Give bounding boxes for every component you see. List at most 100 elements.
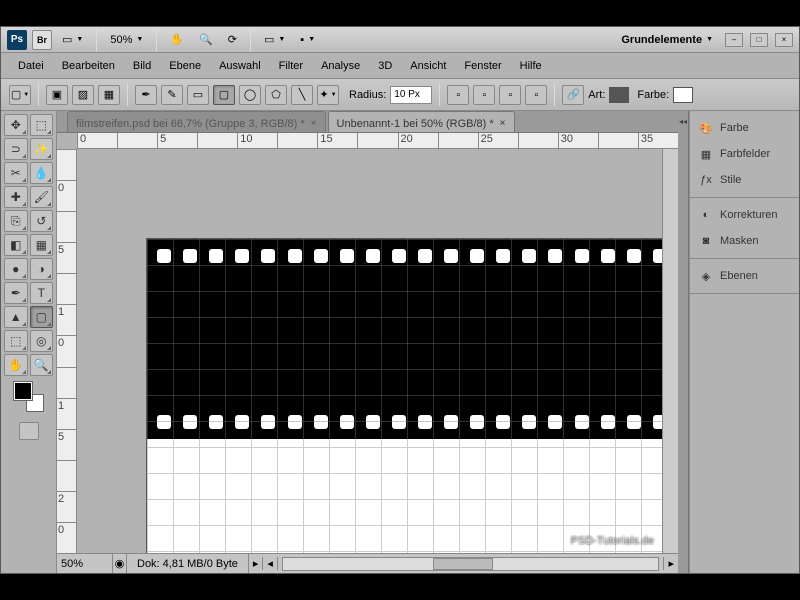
menu-auswahl[interactable]: Auswahl: [210, 56, 270, 76]
zoom-icon[interactable]: 🔍: [194, 30, 218, 49]
lasso-tool[interactable]: ⊃: [4, 138, 28, 160]
fill-pixels-icon[interactable]: ▦: [98, 85, 120, 105]
panel-masken[interactable]: ◙Masken: [690, 228, 799, 254]
path-subtract-icon[interactable]: ▫: [499, 85, 521, 105]
radius-input[interactable]: [390, 86, 432, 104]
horizontal-scrollbar[interactable]: [282, 557, 660, 571]
maximize-button[interactable]: □: [750, 33, 768, 47]
sprocket-hole: [209, 415, 223, 429]
rotate-icon[interactable]: ⟳: [223, 30, 242, 49]
gradient-tool[interactable]: ▦: [30, 234, 54, 256]
sprocket-hole: [366, 249, 380, 263]
doc-tab[interactable]: Unbenannt-1 bei 50% (RGB/8) *×: [328, 111, 515, 132]
rect-shape-icon[interactable]: ▭: [187, 85, 209, 105]
3d-tool[interactable]: ⬚: [4, 330, 28, 352]
menu-datei[interactable]: Datei: [9, 56, 53, 76]
arrange-dropdown[interactable]: ▭▼: [259, 30, 290, 49]
move-tool[interactable]: ✥: [4, 114, 28, 136]
layout-dropdown[interactable]: ▭▼: [57, 30, 88, 49]
sprocket-hole: [653, 415, 662, 429]
canvas-area[interactable]: PSD-Tutorials.de: [77, 149, 662, 553]
menubar: DateiBearbeitenBildEbeneAuswahlFilterAna…: [1, 53, 799, 79]
sprocket-hole: [601, 249, 615, 263]
path-add-icon[interactable]: ▫: [473, 85, 495, 105]
workspace-dropdown[interactable]: Grundelemente▼: [616, 31, 718, 49]
info-icon[interactable]: ◉: [113, 554, 127, 573]
freeform-pen-icon[interactable]: ✎: [161, 85, 183, 105]
shape-layers-icon[interactable]: ▣: [46, 85, 68, 105]
panel-stile[interactable]: ƒxStile: [690, 167, 799, 193]
paths-icon[interactable]: ▨: [72, 85, 94, 105]
pen-icon[interactable]: ✒: [135, 85, 157, 105]
panel-farbfelder[interactable]: ▦Farbfelder: [690, 141, 799, 167]
menu-analyse[interactable]: Analyse: [312, 56, 369, 76]
doc-tab[interactable]: filmstreifen.psd bei 66,7% (Gruppe 3, RG…: [67, 111, 326, 132]
heal-tool[interactable]: ✚: [4, 186, 28, 208]
brush-tool[interactable]: 🖌: [30, 186, 54, 208]
zoom-tool[interactable]: 🔍: [30, 354, 54, 376]
blur-tool[interactable]: ●: [4, 258, 28, 280]
panel-korrekturen[interactable]: ◐Korrekturen: [690, 202, 799, 228]
menu-bearbeiten[interactable]: Bearbeiten: [53, 56, 124, 76]
panel-ebenen[interactable]: ◈Ebenen: [690, 263, 799, 289]
wand-tool[interactable]: ✨: [30, 138, 54, 160]
quickmask-toggle[interactable]: [19, 422, 39, 440]
ps-logo[interactable]: Ps: [7, 30, 27, 50]
panel-farbe[interactable]: 🎨Farbe: [690, 115, 799, 141]
ellipse-icon[interactable]: ◯: [239, 85, 261, 105]
polygon-icon[interactable]: ⬠: [265, 85, 287, 105]
screen-dropdown[interactable]: ▪▼: [295, 31, 320, 49]
tool-preset[interactable]: ▢▼: [9, 85, 31, 105]
history-brush-tool[interactable]: ↺: [30, 210, 54, 232]
menu-fenster[interactable]: Fenster: [455, 56, 510, 76]
vertical-scrollbar[interactable]: [662, 149, 678, 553]
close-icon[interactable]: ×: [500, 118, 506, 129]
crop-tool[interactable]: ✂: [4, 162, 28, 184]
close-icon[interactable]: ×: [311, 118, 317, 129]
info-arrow-icon[interactable]: ▸: [249, 557, 263, 570]
sprocket-hole: [392, 415, 406, 429]
style-link-icon[interactable]: 🔗: [562, 85, 584, 105]
stamp-tool[interactable]: ⎘: [4, 210, 28, 232]
marquee-tool[interactable]: ⬚: [30, 114, 54, 136]
document-canvas[interactable]: [147, 239, 662, 553]
path-new-icon[interactable]: ▫: [447, 85, 469, 105]
fg-bg-swatch[interactable]: [14, 382, 44, 412]
menu-filter[interactable]: Filter: [270, 56, 312, 76]
farbe-swatch[interactable]: [673, 87, 693, 103]
eraser-tool[interactable]: ◧: [4, 234, 28, 256]
eyedropper-tool[interactable]: 💧: [30, 162, 54, 184]
menu-hilfe[interactable]: Hilfe: [511, 56, 551, 76]
path-intersect-icon[interactable]: ▫: [525, 85, 547, 105]
rounded-rect-icon[interactable]: ▢: [213, 85, 235, 105]
scroll-right-icon[interactable]: ▸: [663, 557, 678, 570]
panel-icon: ▦: [698, 146, 714, 162]
path-select-tool[interactable]: ▲: [4, 306, 28, 328]
panel-collapse-strip[interactable]: ◂◂: [678, 111, 689, 573]
menu-ebene[interactable]: Ebene: [160, 56, 210, 76]
hand-icon[interactable]: ✋: [165, 30, 189, 49]
scroll-left-icon[interactable]: ◂: [262, 557, 278, 570]
art-swatch[interactable]: [609, 87, 629, 103]
panel-icon: ◈: [698, 268, 714, 284]
menu-ansicht[interactable]: Ansicht: [401, 56, 455, 76]
zoom-level[interactable]: 50%▼: [105, 31, 148, 49]
shape-tool[interactable]: ▢: [30, 306, 54, 328]
close-button[interactable]: ×: [775, 33, 793, 47]
hand-tool[interactable]: ✋: [4, 354, 28, 376]
dodge-tool[interactable]: ◑: [30, 258, 54, 280]
sprocket-hole: [235, 415, 249, 429]
type-tool[interactable]: T: [30, 282, 54, 304]
menu-bild[interactable]: Bild: [124, 56, 160, 76]
3d-camera-tool[interactable]: ◎: [30, 330, 54, 352]
minimize-button[interactable]: –: [725, 33, 743, 47]
zoom-field[interactable]: 50%: [57, 554, 113, 573]
custom-shape-icon[interactable]: ✦▼: [317, 85, 339, 105]
bridge-logo[interactable]: Br: [32, 30, 52, 50]
sprocket-hole: [522, 249, 536, 263]
sprocket-hole: [340, 249, 354, 263]
pen-tool[interactable]: ✒: [4, 282, 28, 304]
line-icon[interactable]: ╲: [291, 85, 313, 105]
menu-3d[interactable]: 3D: [369, 56, 401, 76]
app-topbar: Ps Br ▭▼ 50%▼ ✋ 🔍 ⟳ ▭▼ ▪▼ Grundelemente▼…: [1, 27, 799, 53]
